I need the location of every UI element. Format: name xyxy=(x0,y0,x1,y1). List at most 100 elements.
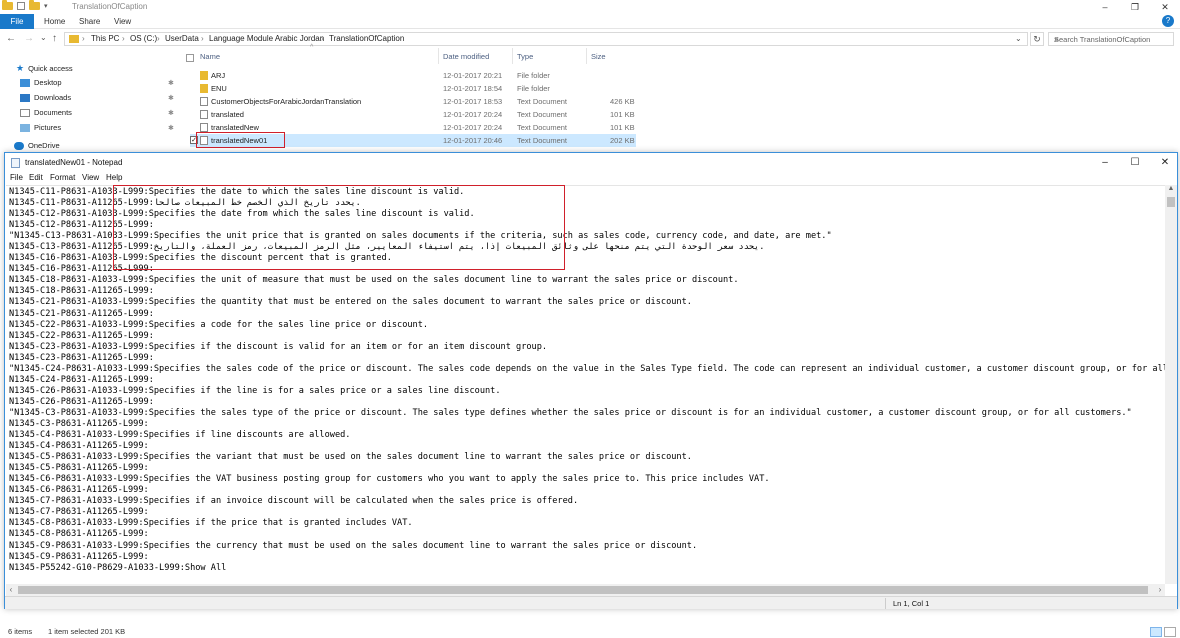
pin-icon[interactable]: ✱ xyxy=(168,109,174,117)
text-line: N1345-C18-P8631-A11265-L999: xyxy=(9,286,154,297)
address-dropdown-icon[interactable]: ⌄ xyxy=(1015,34,1022,43)
file-type: Text Document xyxy=(517,123,568,132)
nav-item-label: Documents xyxy=(34,108,72,117)
file-name: translatedNew01 xyxy=(211,136,268,145)
up-button[interactable]: ↑ xyxy=(52,33,57,44)
column-divider[interactable] xyxy=(586,48,587,64)
row-checkbox[interactable]: ✓ xyxy=(190,136,198,144)
text-line: N1345-C9-P8631-A11265-L999: xyxy=(9,551,149,562)
breadcrumb-separator: › xyxy=(201,34,204,43)
file-row-translated-new01[interactable]: ✓ translatedNew01 12-01-2017 20:46 Text … xyxy=(190,134,636,147)
menu-view[interactable]: View xyxy=(82,173,99,182)
forward-button[interactable]: → xyxy=(24,33,34,44)
selection-info: 1 item selected 201 KB xyxy=(48,627,126,636)
new-folder-icon[interactable] xyxy=(29,0,40,10)
recent-locations-button[interactable]: ⌄ xyxy=(40,33,47,42)
pin-icon[interactable]: ✱ xyxy=(168,124,174,132)
text-line: N1345-C6-P8631-A11265-L999: xyxy=(9,485,149,496)
ribbon-tab-file[interactable]: File xyxy=(0,14,34,29)
close-button[interactable]: ✕ xyxy=(1150,153,1180,173)
text-line: N1345-C5-P8631-A11265-L999: xyxy=(9,463,149,474)
breadcrumb-this-pc[interactable]: This PC xyxy=(91,34,119,43)
nav-item-quick-access[interactable]: ★ Quick access xyxy=(16,63,73,74)
address-bar[interactable]: › This PC › OS (C:) › UserData › Languag… xyxy=(64,32,1028,46)
navigation-pane: ★ Quick access Desktop ✱ Downloads ✱ Doc… xyxy=(0,58,180,158)
menu-file[interactable]: File xyxy=(10,173,23,182)
pin-icon[interactable]: ✱ xyxy=(168,79,174,87)
large-icons-view-button[interactable] xyxy=(1164,627,1176,637)
vertical-scrollbar[interactable]: ▲ xyxy=(1165,185,1177,584)
text-line: N1345-C24-P8631-A11265-L999: xyxy=(9,374,154,385)
breadcrumb-translation-of-caption[interactable]: TranslationOfCaption xyxy=(329,34,404,43)
column-divider[interactable] xyxy=(438,48,439,64)
refresh-button[interactable]: ↻ xyxy=(1030,32,1044,46)
text-document-icon xyxy=(200,97,208,106)
file-row-arj[interactable]: ARJ 12-01-2017 20:21 File folder xyxy=(190,69,636,82)
file-row-translated[interactable]: translated 12-01-2017 20:24 Text Documen… xyxy=(190,108,636,121)
text-line: N1345-C6-P8631-A1033-L999:Specifies the … xyxy=(9,474,770,485)
help-icon[interactable]: ? xyxy=(1162,15,1174,27)
nav-item-documents[interactable]: Documents xyxy=(20,108,72,117)
maximize-button[interactable]: ❐ xyxy=(1120,0,1150,14)
vertical-scroll-thumb[interactable] xyxy=(1167,197,1175,207)
file-type: Text Document xyxy=(517,97,568,106)
pictures-icon xyxy=(20,123,30,132)
notepad-window-title: translatedNew01 - Notepad xyxy=(25,158,123,167)
menu-format[interactable]: Format xyxy=(50,173,75,182)
breadcrumb-userdata[interactable]: UserData xyxy=(165,34,199,43)
nav-item-downloads[interactable]: Downloads xyxy=(20,93,71,102)
notepad-menu-bar: File Edit Format View Help xyxy=(5,173,1177,185)
details-view-button[interactable] xyxy=(1150,627,1162,637)
breadcrumb-os-c[interactable]: OS (C:) xyxy=(130,34,157,43)
folder-icon xyxy=(200,84,208,93)
customize-toolbar-icon[interactable]: ▾ xyxy=(44,2,48,10)
horizontal-scrollbar[interactable]: ‹ › xyxy=(6,584,1165,596)
column-header-type[interactable]: Type xyxy=(517,52,533,61)
nav-item-onedrive[interactable]: OneDrive xyxy=(14,141,60,150)
breadcrumb-language-module[interactable]: Language Module Arabic Jordan xyxy=(209,34,324,43)
scroll-up-icon[interactable]: ▲ xyxy=(1165,185,1177,195)
nav-item-label: OneDrive xyxy=(28,141,60,150)
file-row-customer-objects[interactable]: CustomerObjectsForArabicJordanTranslatio… xyxy=(190,95,636,108)
properties-icon[interactable] xyxy=(17,2,25,10)
scroll-right-icon[interactable]: › xyxy=(1155,584,1165,596)
desktop-icon xyxy=(20,78,30,87)
column-header-size[interactable]: Size xyxy=(591,52,606,61)
close-button[interactable]: ✕ xyxy=(1150,0,1180,14)
notepad-icon xyxy=(11,158,20,168)
search-box[interactable]: Search TranslationOfCaption ⌕ xyxy=(1048,32,1174,46)
column-header-name[interactable]: Name xyxy=(200,52,220,61)
column-header-date-modified[interactable]: Date modified xyxy=(443,52,489,61)
maximize-button[interactable]: ☐ xyxy=(1120,153,1150,173)
scroll-left-icon[interactable]: ‹ xyxy=(6,584,16,596)
folder-icon xyxy=(2,0,13,10)
file-row-translated-new[interactable]: translatedNew 12-01-2017 20:24 Text Docu… xyxy=(190,121,636,134)
file-type: File folder xyxy=(517,84,550,93)
menu-edit[interactable]: Edit xyxy=(29,173,43,182)
ribbon-tab-view[interactable]: View xyxy=(114,14,131,29)
file-name: translated xyxy=(211,110,244,119)
text-line: N1345-C4-P8631-A11265-L999: xyxy=(9,441,149,452)
quick-access-toolbar: ▾ xyxy=(2,0,48,10)
item-count: 6 items xyxy=(8,627,33,636)
ribbon-tab-home[interactable]: Home xyxy=(44,14,65,29)
back-button[interactable]: ← xyxy=(6,33,16,44)
select-all-checkbox[interactable] xyxy=(186,54,194,62)
breadcrumb-separator: › xyxy=(122,34,125,43)
ribbon-tab-share[interactable]: Share xyxy=(79,14,100,29)
pin-icon[interactable]: ✱ xyxy=(168,94,174,102)
file-row-enu[interactable]: ENU 12-01-2017 18:54 File folder xyxy=(190,82,636,95)
nav-item-pictures[interactable]: Pictures xyxy=(20,123,61,132)
minimize-button[interactable]: – xyxy=(1090,0,1120,14)
menu-help[interactable]: Help xyxy=(106,173,122,182)
nav-item-desktop[interactable]: Desktop xyxy=(20,78,62,87)
nav-item-label: Desktop xyxy=(34,78,62,87)
file-size: 202 KB xyxy=(610,136,635,145)
file-date: 12-01-2017 20:24 xyxy=(443,123,503,132)
minimize-button[interactable]: – xyxy=(1090,153,1120,173)
highlight-box xyxy=(113,185,565,270)
text-line: N1345-C18-P8631-A1033-L999:Specifies the… xyxy=(9,275,739,286)
column-divider[interactable] xyxy=(512,48,513,64)
horizontal-scroll-thumb[interactable] xyxy=(18,586,1148,594)
sort-ascending-icon: ^ xyxy=(310,44,314,51)
